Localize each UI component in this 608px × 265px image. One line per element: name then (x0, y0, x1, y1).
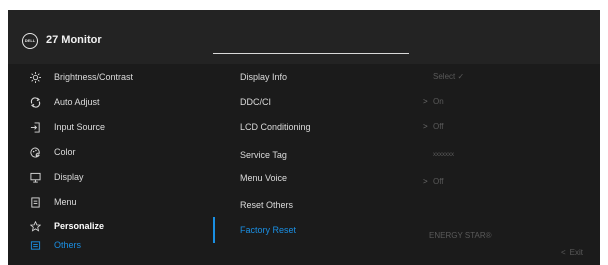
menu-item-personalize[interactable]: Personalize (8, 216, 213, 236)
star-icon (30, 221, 41, 232)
menu-item-brightness-contrast[interactable]: Brightness/Contrast (8, 67, 213, 87)
menu-item-label: Auto Adjust (54, 97, 100, 107)
color-icon (30, 147, 40, 158)
chevron-left-icon: < (561, 248, 566, 257)
menu-item-label: Others (54, 240, 82, 250)
osd-window: DELL 27 Monitor Brightness/Contrast Auto… (8, 10, 600, 265)
menu-item-label: Color (54, 147, 76, 157)
menu-item-auto-adjust[interactable]: Auto Adjust (8, 92, 213, 112)
submenu-ddc-ci[interactable]: DDC/CI (240, 92, 271, 112)
exit-button[interactable]: < Exit (561, 248, 583, 257)
menu-item-input-source[interactable]: Input Source (8, 117, 213, 137)
energy-star-label: ENERGY STAR® (429, 231, 492, 240)
submenu-menu-voice[interactable]: Menu Voice (240, 168, 287, 188)
auto-adjust-icon (30, 97, 41, 108)
dell-logo: DELL (22, 33, 38, 49)
header-divider (213, 53, 409, 54)
input-source-icon (30, 122, 40, 133)
menu-item-label: Personalize (54, 221, 105, 231)
submenu-display-info[interactable]: Display Info (240, 67, 287, 87)
menu-item-menu[interactable]: Menu (8, 192, 213, 212)
submenu-reset-others[interactable]: Reset Others (240, 195, 293, 215)
menu-item-label: Display (54, 172, 84, 182)
others-icon (30, 241, 41, 250)
header: DELL 27 Monitor (8, 10, 600, 64)
menu-icon (31, 197, 40, 208)
chevron-right-icon: > (423, 177, 428, 186)
chevron-right-icon: > (423, 122, 428, 131)
menu-item-label: Menu (54, 197, 77, 207)
exit-label: Exit (569, 248, 584, 257)
submenu-service-tag[interactable]: Service Tag (240, 145, 287, 165)
page-title: 27 Monitor (46, 34, 102, 46)
menu-item-others[interactable]: Others (8, 235, 213, 255)
chevron-right-icon: > (423, 97, 428, 106)
submenu-factory-reset[interactable]: Factory Reset (240, 220, 296, 240)
brightness-icon (30, 72, 41, 83)
menu-item-color[interactable]: Color (8, 142, 213, 162)
submenu-lcd-conditioning[interactable]: LCD Conditioning (240, 117, 311, 137)
display-icon (30, 172, 41, 183)
menu-item-display[interactable]: Display (8, 167, 213, 187)
selection-indicator (213, 217, 215, 243)
menu-item-label: Brightness/Contrast (54, 72, 134, 82)
menu-item-label: Input Source (54, 122, 106, 132)
